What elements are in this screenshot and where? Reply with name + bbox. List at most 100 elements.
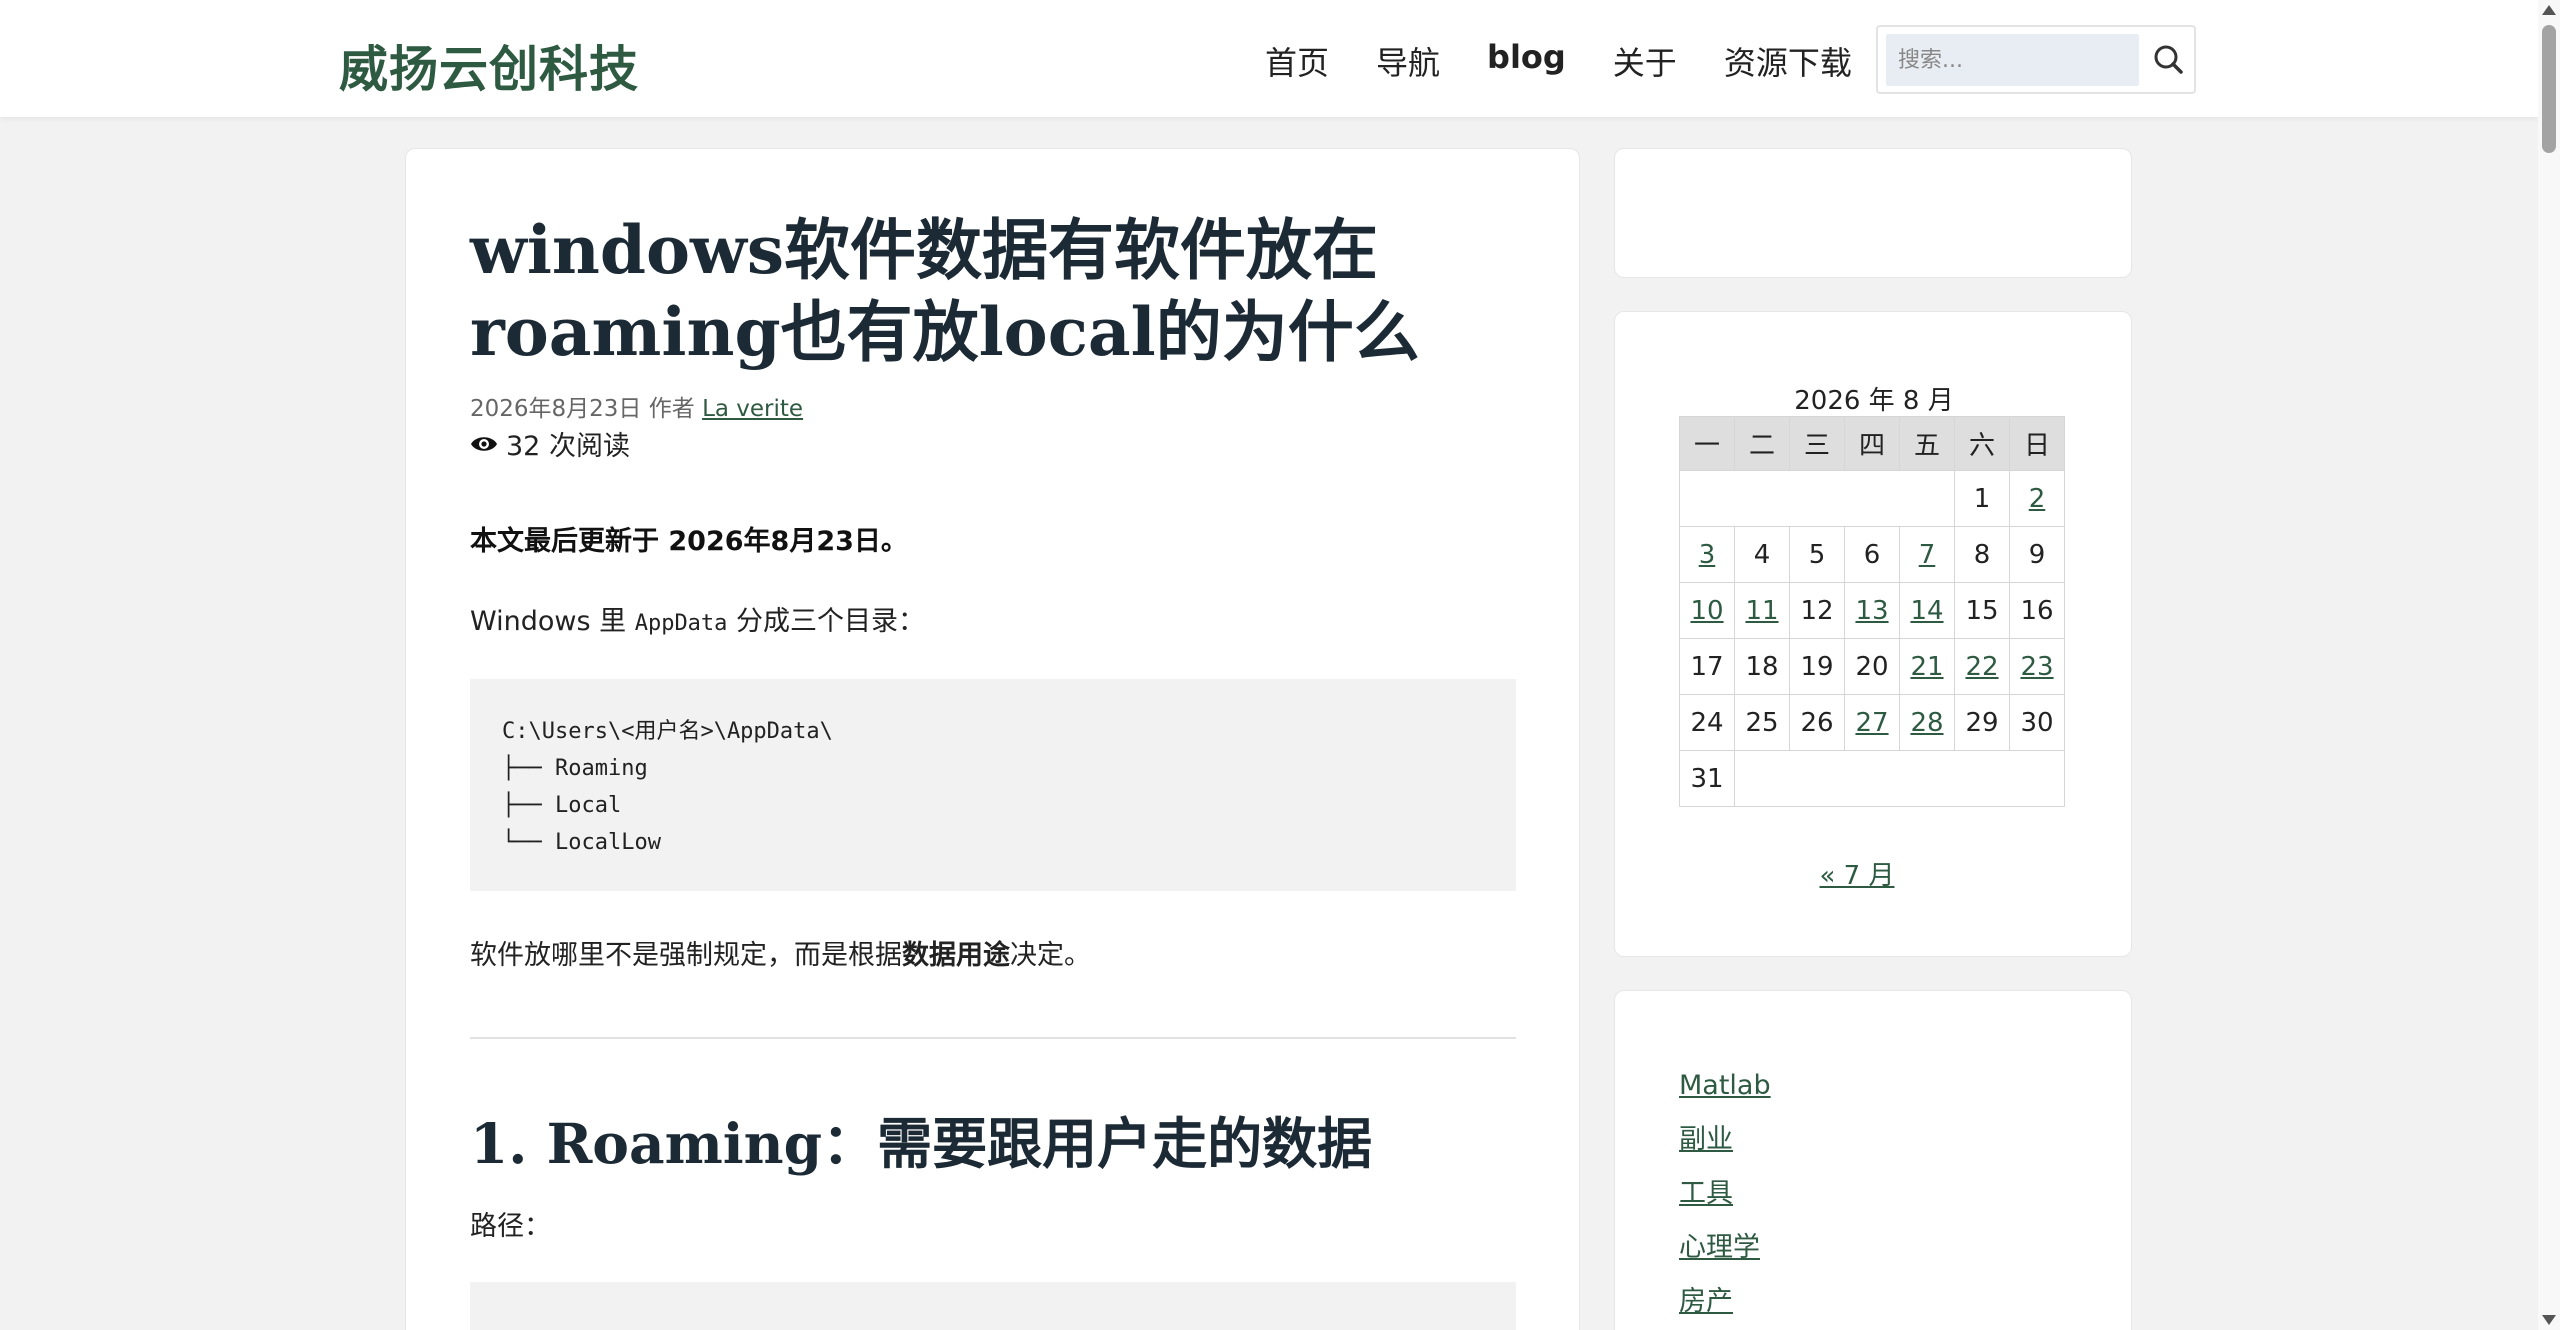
category-link-tools[interactable]: 工具 [1679, 1178, 1733, 1209]
calendar-day: 14 [1899, 582, 1955, 639]
calendar-day: 31 [1679, 750, 1735, 807]
calendar-prev-month-link[interactable]: « 7 月 [1820, 861, 1895, 891]
paragraph-purpose: 软件放哪里不是强制规定，而是根据数据用途决定。 [470, 933, 1091, 972]
nav-about[interactable]: 关于 [1613, 38, 1677, 84]
search-box [1876, 25, 2196, 94]
nav-guide[interactable]: 导航 [1376, 38, 1440, 84]
calendar-day-link[interactable]: 23 [2020, 652, 2053, 682]
calendar-day: 20 [1844, 638, 1900, 695]
calendar-week-row: 17 18 19 20 21 22 23 [1679, 638, 2065, 695]
calendar-day: 2 [2009, 470, 2065, 527]
calendar-pad [1679, 470, 1955, 527]
site-logo[interactable]: 威扬云创科技 [339, 30, 639, 101]
calendar-day-link[interactable]: 11 [1745, 596, 1778, 626]
calendar-week-row: 31 [1679, 750, 2065, 807]
main-nav: 首页 导航 blog 关于 资源下载 [1265, 38, 1899, 84]
calendar-day-link[interactable]: 22 [1965, 652, 1998, 682]
calendar-day: 27 [1844, 694, 1900, 751]
calendar-week-row: 12 [1679, 470, 2065, 527]
category-item: 副业 [1679, 1113, 1771, 1167]
calendar-day: 12 [1789, 582, 1845, 639]
code-block-roaming [470, 1282, 1516, 1330]
nav-home[interactable]: 首页 [1265, 38, 1329, 84]
site-header: 威扬云创科技 首页 导航 blog 关于 资源下载 [0, 0, 2538, 117]
calendar-day: 1 [1954, 470, 2010, 527]
calendar-day: 3 [1679, 526, 1735, 583]
calendar-day: 9 [2009, 526, 2065, 583]
calendar-weekday-row: 一 二 三 四 五 六 日 [1679, 416, 2065, 471]
scroll-up-arrow[interactable] [2542, 5, 2556, 15]
divider [470, 1037, 1516, 1039]
weekday-tue: 二 [1734, 416, 1790, 471]
weekday-sat: 六 [1954, 416, 2010, 471]
scroll-down-arrow[interactable] [2542, 1315, 2556, 1325]
calendar-day: 15 [1954, 582, 2010, 639]
calendar-day: 5 [1789, 526, 1845, 583]
weekday-mon: 一 [1679, 416, 1735, 471]
post-date: 2026年8月23日 [470, 396, 642, 422]
code-block-appdata: C:\Users\<用户名>\AppData\ ├── Roaming ├── … [470, 679, 1516, 891]
page-scrollbar[interactable] [2538, 0, 2560, 1330]
calendar-day: 19 [1789, 638, 1845, 695]
calendar-day: 26 [1789, 694, 1845, 751]
calendar-day: 23 [2009, 638, 2065, 695]
scroll-thumb[interactable] [2542, 25, 2556, 153]
category-item: Matlab [1679, 1059, 1771, 1113]
calendar-day: 4 [1734, 526, 1790, 583]
calendar-day-link[interactable]: 27 [1855, 708, 1888, 738]
sidebar-widget-empty [1614, 148, 2132, 278]
view-count: 32 次阅读 [470, 424, 630, 463]
calendar-day-link[interactable]: 13 [1855, 596, 1888, 626]
nav-downloads[interactable]: 资源下载 [1724, 38, 1852, 84]
calendar-day: 24 [1679, 694, 1735, 751]
calendar-day: 17 [1679, 638, 1735, 695]
category-item: 心理学 [1679, 1221, 1771, 1275]
calendar-day: 7 [1899, 526, 1955, 583]
calendar-day: 13 [1844, 582, 1900, 639]
post-meta: 2026年8月23日 作者 La verite [470, 389, 803, 423]
calendar-week-row: 24 25 26 27 28 29 30 [1679, 694, 2065, 751]
calendar-week-row: 3456789 [1679, 526, 2065, 583]
p3-before: 软件放哪里不是强制规定，而是根据 [470, 940, 902, 971]
calendar-day-link[interactable]: 28 [1910, 708, 1943, 738]
category-link-psychology[interactable]: 心理学 [1679, 1232, 1760, 1263]
author-link[interactable]: La verite [702, 396, 803, 422]
calendar-day: 10 [1679, 582, 1735, 639]
calendar-day: 6 [1844, 526, 1900, 583]
weekday-wed: 三 [1789, 416, 1845, 471]
calendar-day: 11 [1734, 582, 1790, 639]
category-link-matlab[interactable]: Matlab [1679, 1070, 1771, 1101]
p3-after: 决定。 [1010, 940, 1091, 971]
nav-blog[interactable]: blog [1487, 38, 1566, 84]
eye-icon [471, 436, 497, 451]
article-card: windows软件数据有软件放在 roaming也有放local的为什么 202… [405, 148, 1580, 1330]
calendar-prev: « 7 月 [1615, 855, 2099, 892]
post-title-line1: windows软件数据有软件放在 [470, 211, 1379, 289]
calendar-day: 22 [1954, 638, 2010, 695]
search-input[interactable] [1886, 34, 2139, 86]
calendar-day-link[interactable]: 7 [1919, 540, 1936, 570]
calendar-day: 29 [1954, 694, 2010, 751]
calendar-day-link[interactable]: 10 [1690, 596, 1723, 626]
calendar-day: 25 [1734, 694, 1790, 751]
inline-code-appdata: AppData [634, 611, 728, 636]
calendar-body: 1 2 3 4 5 6 7 8 9 10 11 12 13 14 15 16 17 18 19 20 21 22 23 24 2… [1679, 470, 2065, 807]
calendar-day: 18 [1734, 638, 1790, 695]
calendar-day-link[interactable]: 14 [1910, 596, 1943, 626]
category-link-side-job[interactable]: 副业 [1679, 1124, 1733, 1155]
search-button[interactable] [2148, 39, 2190, 81]
search-icon [2154, 45, 2183, 74]
calendar-day-link[interactable]: 2 [2029, 484, 2046, 514]
p3-bold: 数据用途 [902, 940, 1010, 971]
calendar-day-link[interactable]: 3 [1699, 540, 1716, 570]
calendar-day-link[interactable]: 21 [1910, 652, 1943, 682]
category-link-real-estate[interactable]: 房产 [1679, 1286, 1733, 1317]
calendar-day: 16 [2009, 582, 2065, 639]
calendar-day: 28 [1899, 694, 1955, 751]
weekday-fri: 五 [1899, 416, 1955, 471]
calendar-caption: 2026 年 8 月 [1794, 386, 1954, 416]
last-updated: 本文最后更新于 2026年8月23日。 [470, 526, 908, 557]
post-title: windows软件数据有软件放在 roaming也有放local的为什么 [470, 209, 1430, 373]
calendar-widget: 2026 年 8 月 一 二 三 四 五 六 日 1 2 3 4 5 6 7 8 9 10 11 12… [1614, 311, 2132, 957]
calendar-day: 8 [1954, 526, 2010, 583]
